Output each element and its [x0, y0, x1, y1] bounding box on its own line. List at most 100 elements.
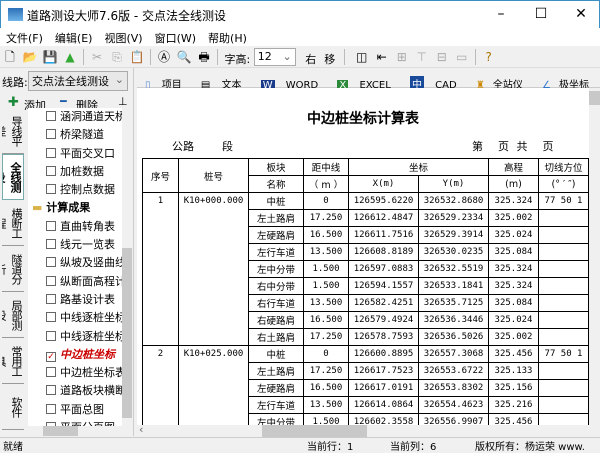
document-vscrollbar[interactable]	[589, 88, 600, 425]
cell-block[interactable]: 左行车道	[248, 243, 304, 261]
checkbox[interactable]	[46, 293, 56, 304]
checkbox[interactable]	[46, 147, 56, 158]
cell-azimuth[interactable]	[538, 396, 589, 414]
cell-elev[interactable]: 325.324	[488, 260, 539, 278]
cell-elev[interactable]: 325.156	[488, 379, 539, 397]
help-icon[interactable]: ?	[480, 48, 498, 66]
paste-icon[interactable]: 📋	[128, 48, 146, 66]
cell-elev[interactable]: 325.456	[488, 345, 539, 363]
cell-azimuth[interactable]	[538, 328, 589, 346]
vtab-0[interactable]: 导线平差	[2, 108, 24, 154]
route-select[interactable]: 交点法全线测设 ⌄	[28, 71, 128, 91]
cell-azimuth[interactable]	[538, 413, 589, 425]
cell-x[interactable]: 126597.0883	[348, 260, 419, 278]
insert-icon[interactable]: ⊞	[393, 48, 411, 66]
cell-dist[interactable]: 16.500	[303, 226, 349, 244]
cell-x[interactable]: 126578.7593	[348, 328, 419, 346]
cell-block[interactable]: 左行车道	[248, 396, 304, 414]
cell-elev[interactable]: 325.084	[488, 294, 539, 312]
tree-item[interactable]: ✓ 中边桩坐标	[28, 346, 132, 364]
menu-view[interactable]: 视图(V)	[98, 28, 148, 46]
cell-dist[interactable]: 13.500	[303, 243, 349, 261]
cell-azimuth[interactable]	[538, 243, 589, 261]
cell-elev[interactable]: 325.324	[488, 277, 539, 295]
tree-item[interactable]: 控制点数据	[28, 181, 132, 199]
cell-x[interactable]: 126595.6220	[348, 192, 419, 210]
cell-azimuth[interactable]	[538, 362, 589, 380]
cell-x[interactable]: 126582.4251	[348, 294, 419, 312]
checkbox[interactable]	[46, 111, 56, 121]
cell-elev[interactable]: 325.024	[488, 311, 539, 329]
cell-y[interactable]: 326533.1841	[418, 277, 489, 295]
checkbox[interactable]	[46, 403, 56, 414]
vtab-6[interactable]: 软件	[2, 384, 24, 430]
cell-dist[interactable]: 13.500	[303, 294, 349, 312]
print-icon[interactable]: 🖶	[195, 48, 213, 66]
cell-y[interactable]: 326553.8302	[418, 379, 489, 397]
cell-azimuth[interactable]	[538, 209, 589, 227]
cell-y[interactable]: 326556.9907	[418, 413, 489, 425]
tree-item[interactable]: 中边桩坐标表	[28, 364, 132, 382]
layout-icon[interactable]: ◫	[353, 48, 371, 66]
indent-icon[interactable]: ⇤	[373, 48, 391, 66]
vtab-2[interactable]: 横断工程	[2, 200, 24, 246]
cell-x[interactable]: 126600.8895	[348, 345, 419, 363]
tree-item[interactable]: 纵断面高程计	[28, 273, 132, 291]
cell-elev[interactable]: 325.002	[488, 328, 539, 346]
cell-dist[interactable]: 17.250	[303, 209, 349, 227]
checkbox[interactable]	[46, 312, 56, 323]
panel-icon[interactable]: ▭	[453, 48, 471, 66]
cell-block[interactable]: 左中分带	[248, 260, 304, 278]
cell-y[interactable]: 326530.0235	[418, 243, 489, 261]
cell-dist[interactable]: 16.500	[303, 379, 349, 397]
cell-block[interactable]: 右硬路肩	[248, 311, 304, 329]
tree-item[interactable]: 涵洞通道天桥	[28, 108, 132, 126]
close-button[interactable]: ✕	[561, 3, 600, 25]
cell-block[interactable]: 左硬路肩	[248, 379, 304, 397]
cell-block[interactable]: 左土路肩	[248, 362, 304, 380]
tree-item[interactable]: 路基设计表	[28, 291, 132, 309]
checkbox[interactable]	[46, 165, 56, 176]
tree-folder[interactable]: ▬ 计算成果	[28, 199, 132, 217]
tree-vscrollbar[interactable]	[122, 108, 132, 426]
align-right-button[interactable]: 右	[305, 51, 316, 67]
font-height-select[interactable]: 12 ⌄	[253, 48, 296, 66]
cell-elev[interactable]: 325.456	[488, 413, 539, 425]
print-preview-icon[interactable]: 🔍	[175, 48, 193, 66]
cell-elev[interactable]: 325.216	[488, 396, 539, 414]
cell-x[interactable]: 126579.4924	[348, 311, 419, 329]
cell-block[interactable]: 左硬路肩	[248, 226, 304, 244]
cell-block[interactable]: 左中分带	[248, 413, 304, 425]
cell-dist[interactable]: 1.500	[303, 260, 349, 278]
menu-help[interactable]: 帮助(H)	[202, 28, 253, 46]
cell-azimuth[interactable]: 77 50 1	[538, 192, 589, 210]
tree-item[interactable]: 纵坡及竖曲线	[28, 254, 132, 272]
chevron-left-icon[interactable]: ‹	[139, 423, 143, 436]
station-icon[interactable]: ▲	[61, 48, 79, 66]
cell-x[interactable]: 126611.7516	[348, 226, 419, 244]
cell-y[interactable]: 326536.5026	[418, 328, 489, 346]
cell-x[interactable]: 126594.1557	[348, 277, 419, 295]
cell-azimuth[interactable]	[538, 226, 589, 244]
tree-item[interactable]: 平面分页图	[28, 419, 132, 426]
checkbox[interactable]	[46, 385, 56, 396]
copy-icon[interactable]: ⎘	[108, 48, 126, 66]
tree-item[interactable]: 平面交叉口	[28, 145, 132, 163]
cell-azimuth[interactable]	[538, 311, 589, 329]
cell-x[interactable]: 126608.8189	[348, 243, 419, 261]
cell-y[interactable]: 326529.3914	[418, 226, 489, 244]
tree-item[interactable]: 中线逐桩坐标	[28, 309, 132, 327]
move-button[interactable]: 移	[324, 51, 335, 67]
save-icon[interactable]: 💾	[41, 48, 59, 66]
cell-block[interactable]: 右中分带	[248, 277, 304, 295]
checkbox[interactable]	[46, 275, 56, 286]
cell-elev[interactable]: 325.324	[488, 192, 539, 210]
cell-azimuth[interactable]	[538, 260, 589, 278]
checkbox[interactable]: ✓	[46, 351, 56, 362]
cell-y[interactable]: 326554.4623	[418, 396, 489, 414]
cell-x[interactable]: 126612.4847	[348, 209, 419, 227]
cell-dist[interactable]: 17.250	[303, 328, 349, 346]
cell-y[interactable]: 326535.7125	[418, 294, 489, 312]
vtab-5[interactable]: 常用工具	[2, 338, 24, 384]
checkbox[interactable]	[46, 220, 56, 231]
